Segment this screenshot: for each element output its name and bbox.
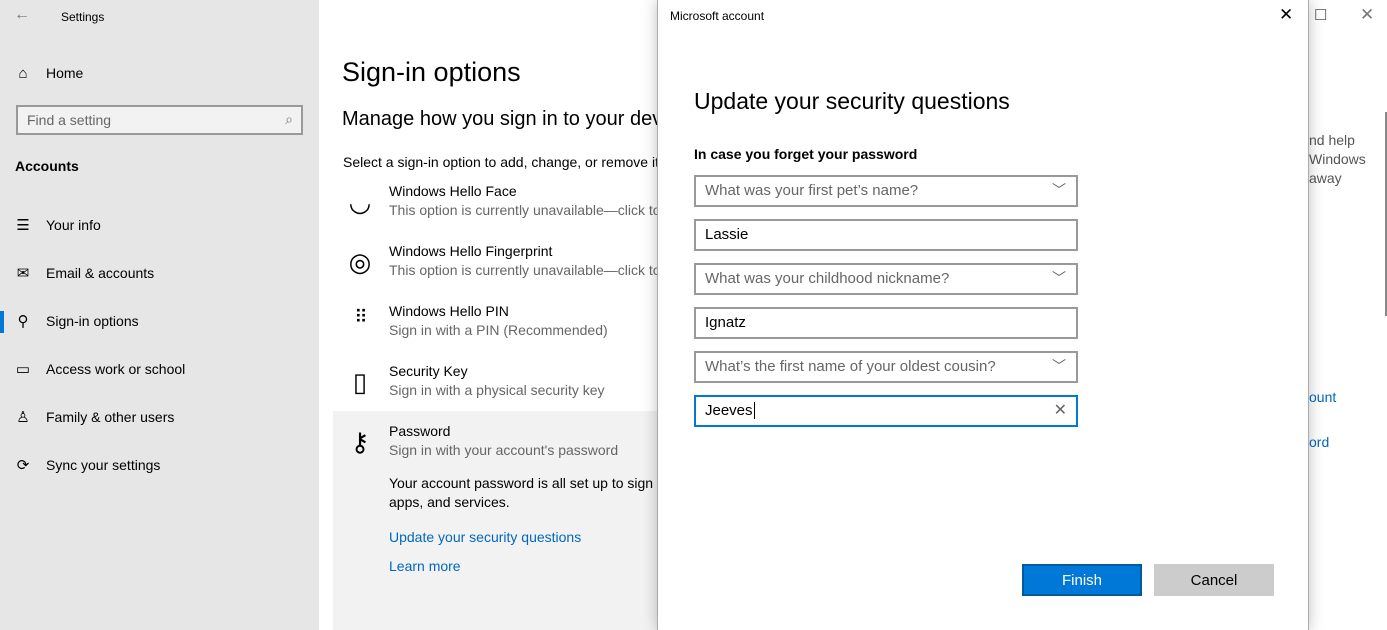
person-add-icon: ♙ <box>16 409 30 426</box>
clear-icon[interactable]: ✕ <box>1054 400 1067 420</box>
option-title: Security Key <box>389 363 468 379</box>
mail-icon: ✉ <box>16 265 30 282</box>
answer-1-input[interactable]: Lassie <box>694 219 1078 251</box>
sidebar-item-family[interactable]: ♙ Family & other users <box>0 397 319 437</box>
search-placeholder: Find a setting <box>27 112 112 128</box>
right-link-account[interactable]: ount <box>1309 389 1336 405</box>
key-icon: ⚲ <box>17 313 29 330</box>
input-value: Jeeves <box>705 402 753 419</box>
question-2-select[interactable]: What was your childhood nickname? ﹀ <box>694 263 1078 295</box>
face-icon: ◡ <box>348 187 372 217</box>
right-help-text: nd help Windows away <box>1309 131 1366 188</box>
help-line: away <box>1309 170 1342 186</box>
info-line: Your account password is all set up to s… <box>389 475 661 491</box>
help-line: nd help <box>1309 132 1355 148</box>
dialog-close-icon[interactable]: ✕ <box>1279 5 1293 25</box>
sidebar-item-email[interactable]: ✉ Email & accounts <box>0 253 319 293</box>
page-title: Sign-in options <box>342 57 521 87</box>
right-link-password[interactable]: ord <box>1309 434 1329 450</box>
info-line: apps, and services. <box>389 494 510 510</box>
dialog-label: In case you forget your password <box>694 146 918 162</box>
help-line: Windows <box>1309 151 1366 167</box>
pin-keypad-icon: ⠿ <box>354 307 367 327</box>
answer-3-input[interactable]: Jeeves ✕ <box>694 395 1078 427</box>
finish-button[interactable]: Finish <box>1022 564 1142 596</box>
dialog-heading: Update your security questions <box>694 88 1010 114</box>
search-input[interactable]: Find a setting ⌕ <box>16 105 303 135</box>
chevron-down-icon: ﹀ <box>1052 358 1066 374</box>
sidebar-item-home[interactable]: ⌂ Home <box>0 53 319 93</box>
briefcase-icon: ▭ <box>15 361 31 378</box>
question-1-select[interactable]: What was your first pet’s name? ﹀ <box>694 175 1078 207</box>
learn-more-link[interactable]: Learn more <box>389 558 461 574</box>
input-value: Ignatz <box>705 314 746 331</box>
nav-label: Access work or school <box>46 361 186 377</box>
sidebar-item-your-info[interactable]: ☰ Your info <box>0 205 319 245</box>
nav-label: Sync your settings <box>46 457 161 473</box>
answer-2-input[interactable]: Ignatz <box>694 307 1078 339</box>
search-icon: ⌕ <box>285 111 293 127</box>
window-title: Settings <box>61 10 105 24</box>
page-subtitle: Manage how you sign in to your dev <box>342 108 663 130</box>
dialog-title: Microsoft account <box>670 9 765 23</box>
nav-label: Your info <box>46 217 101 233</box>
option-desc: Sign in with your account's password <box>389 442 619 458</box>
chevron-down-icon: ﹀ <box>1052 270 1066 286</box>
option-desc: Sign in with a physical security key <box>389 382 605 398</box>
microsoft-account-dialog: Microsoft account ✕ Update your security… <box>657 0 1309 630</box>
select-value: What was your first pet’s name? <box>705 182 919 199</box>
input-value: Lassie <box>705 226 749 243</box>
sidebar-item-sign-in-options[interactable]: ⚲ Sign-in options <box>0 301 319 341</box>
person-card-icon: ☰ <box>16 217 30 234</box>
nav-label: Family & other users <box>46 409 175 425</box>
sidebar-item-sync[interactable]: ⟳ Sync your settings <box>0 445 319 485</box>
option-desc: This option is currently unavailable—cli… <box>389 202 661 218</box>
cancel-button[interactable]: Cancel <box>1154 564 1274 596</box>
option-title: Windows Hello Fingerprint <box>389 243 553 259</box>
option-title: Windows Hello Face <box>389 183 517 199</box>
section-heading: Accounts <box>15 158 79 174</box>
back-arrow-icon[interactable]: ← <box>14 6 30 24</box>
nav-label: Email & accounts <box>46 265 155 281</box>
option-title: Password <box>389 423 451 439</box>
update-security-questions-link[interactable]: Update your security questions <box>389 529 581 545</box>
key-icon: ⚷ <box>350 427 370 457</box>
maximize-icon[interactable]: ☐ <box>1314 6 1327 24</box>
select-value: What was your childhood nickname? <box>705 270 950 287</box>
option-desc: This option is currently unavailable—cli… <box>389 262 661 278</box>
option-desc: Sign in with a PIN (Recommended) <box>389 322 608 338</box>
select-value: What’s the first name of your oldest cou… <box>705 358 996 375</box>
sync-icon: ⟳ <box>16 457 30 474</box>
home-label: Home <box>46 65 84 81</box>
option-title: Windows Hello PIN <box>389 303 509 319</box>
instruction: Select a sign-in option to add, change, … <box>343 154 659 170</box>
home-icon: ⌂ <box>18 64 28 82</box>
chevron-down-icon: ﹀ <box>1052 182 1066 198</box>
sidebar: ← Settings ⌂ Home Find a setting ⌕ Account… <box>0 0 319 630</box>
nav-label: Sign-in options <box>46 313 139 329</box>
fingerprint-icon: ◎ <box>348 247 372 277</box>
close-icon[interactable]: ✕ <box>1360 5 1374 25</box>
question-3-select[interactable]: What’s the first name of your oldest cou… <box>694 351 1078 383</box>
password-info: Your account password is all set up to s… <box>389 474 660 512</box>
usb-key-icon: ▯ <box>352 367 368 397</box>
sidebar-item-work-school[interactable]: ▭ Access work or school <box>0 349 319 389</box>
